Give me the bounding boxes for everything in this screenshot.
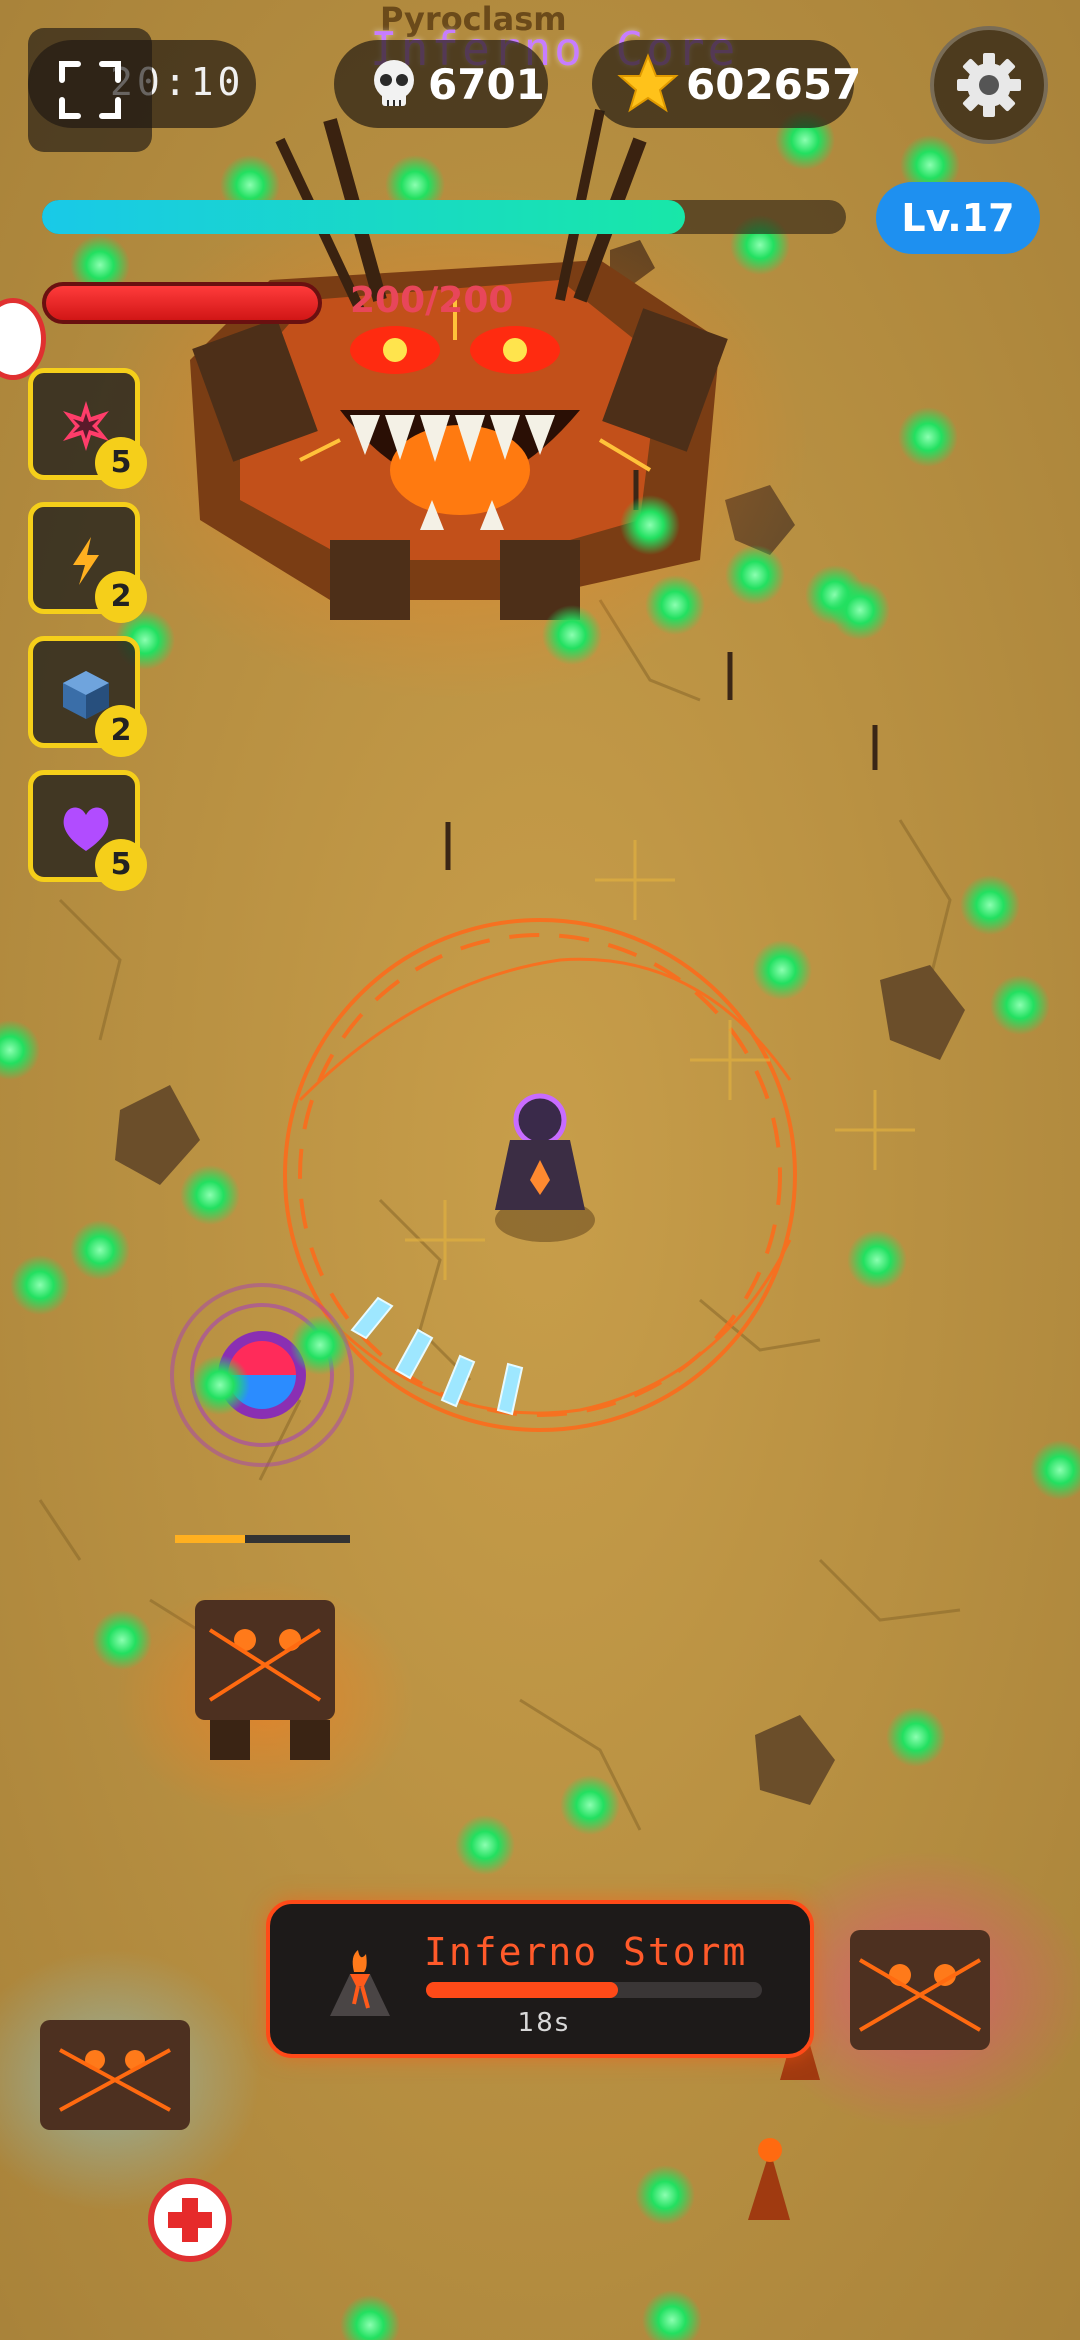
skill-count: 5 (95, 437, 147, 489)
xp-orb (960, 875, 1020, 935)
kill-count: 6701 (428, 60, 545, 109)
xp-orb (990, 975, 1050, 1035)
health-bar-fill (46, 286, 318, 320)
xp-bar-fill (42, 200, 686, 234)
skill-slot-lightning[interactable]: 2 (28, 502, 147, 623)
xp-orb (752, 940, 812, 1000)
xp-orb (542, 605, 602, 665)
cross-icon (168, 2198, 212, 2242)
gear-icon (957, 53, 1021, 117)
skill-count: 2 (95, 705, 147, 757)
xp-orb (635, 2165, 695, 2225)
xp-orb (190, 1355, 250, 1415)
xp-orb (847, 1230, 907, 1290)
xp-orb (620, 495, 680, 555)
event-progress-bar (426, 1982, 762, 1998)
xp-orb (898, 407, 958, 467)
event-title: Inferno Storm (424, 1930, 748, 1974)
xp-orb (886, 1707, 946, 1767)
xp-orb (645, 575, 705, 635)
settings-button[interactable] (930, 26, 1048, 144)
xp-orb (340, 2295, 400, 2340)
screenshot-button[interactable] (28, 28, 152, 152)
skill-slot-rage[interactable]: 5 (28, 368, 147, 489)
skill-slot-cube[interactable]: 2 (28, 636, 147, 757)
xp-bar (42, 200, 846, 234)
skill-slot-heart[interactable]: 5 (28, 770, 147, 891)
skull-icon (374, 60, 414, 106)
skill-count: 5 (95, 839, 147, 891)
xp-orb (10, 1255, 70, 1315)
xp-orb (0, 1020, 40, 1080)
xp-orb (70, 1220, 130, 1280)
screenshot-icon (59, 61, 121, 119)
event-progress-fill (426, 1982, 618, 1998)
skill-count: 2 (95, 571, 147, 623)
xp-orb (560, 1775, 620, 1835)
xp-orb (1030, 1440, 1080, 1500)
xp-orb (642, 2290, 702, 2340)
score-value: 602657 (686, 60, 862, 109)
score-counter: 602657 (592, 40, 861, 128)
event-timer: 18s (517, 2008, 571, 2038)
event-panel: Inferno Storm 18s (266, 1900, 814, 2058)
kill-counter: 6701 (334, 40, 548, 128)
game-stage: 20:10 Pyroclasm Inferno Core 6701 602657 (0, 0, 1080, 2340)
health-text: 200/200 (350, 280, 514, 321)
xp-orb (725, 545, 785, 605)
xp-orb (290, 1315, 350, 1375)
xp-orb (92, 1610, 152, 1670)
health-pickup (148, 2178, 232, 2262)
xp-orb (830, 580, 890, 640)
xp-orb (455, 1815, 515, 1875)
star-icon (617, 53, 679, 113)
level-badge: Lv.17 (876, 182, 1040, 254)
xp-orb (180, 1165, 240, 1225)
health-bar (42, 282, 322, 324)
